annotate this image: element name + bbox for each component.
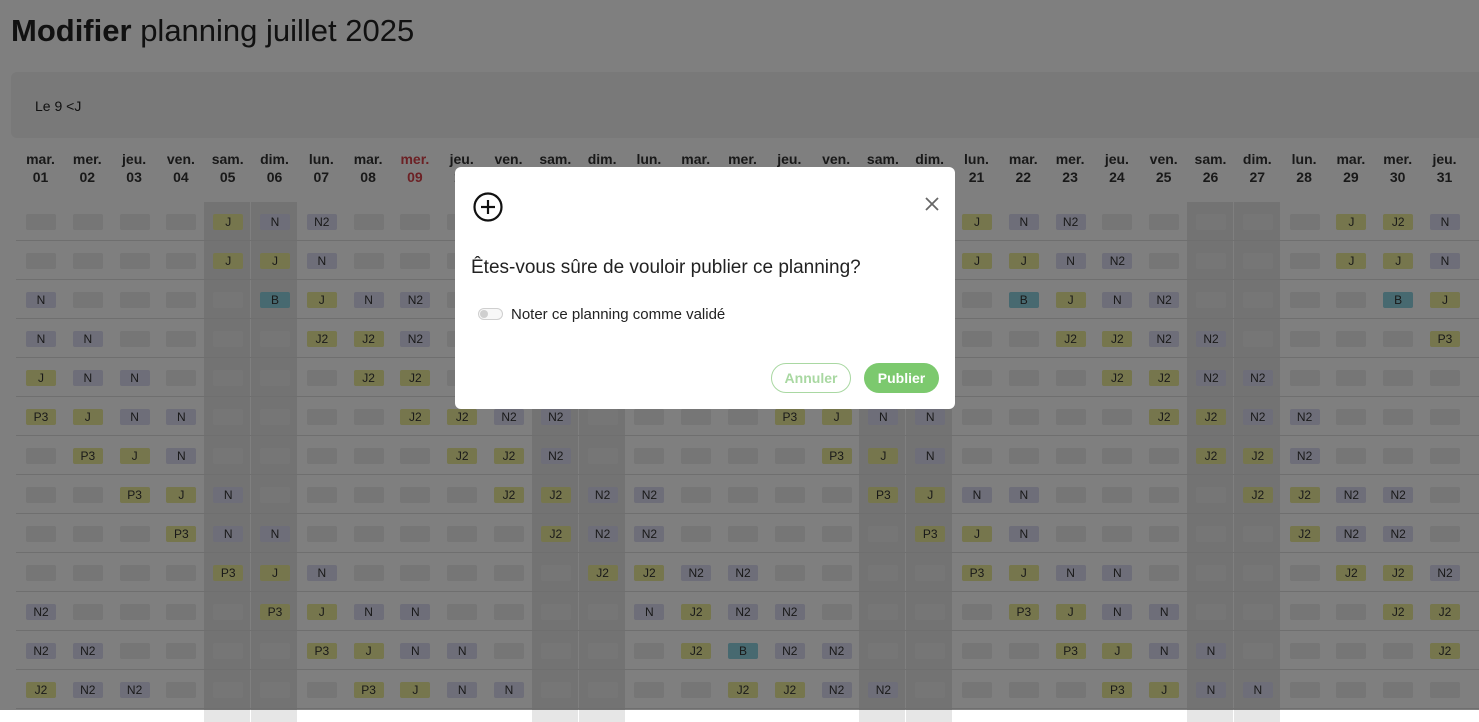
publish-confirm-dialog: Êtes-vous sûre de vouloir publier ce pla…: [455, 167, 955, 409]
plus-circle-icon: [473, 192, 503, 222]
cancel-button[interactable]: Annuler: [771, 363, 851, 393]
publish-button[interactable]: Publier: [864, 363, 939, 393]
validate-toggle-label[interactable]: Noter ce planning comme validé: [511, 306, 725, 323]
toggle-knob: [480, 310, 488, 318]
close-icon[interactable]: [921, 193, 943, 215]
confirm-question: Êtes-vous sûre de vouloir publier ce pla…: [471, 257, 861, 278]
validate-toggle[interactable]: [478, 308, 503, 320]
